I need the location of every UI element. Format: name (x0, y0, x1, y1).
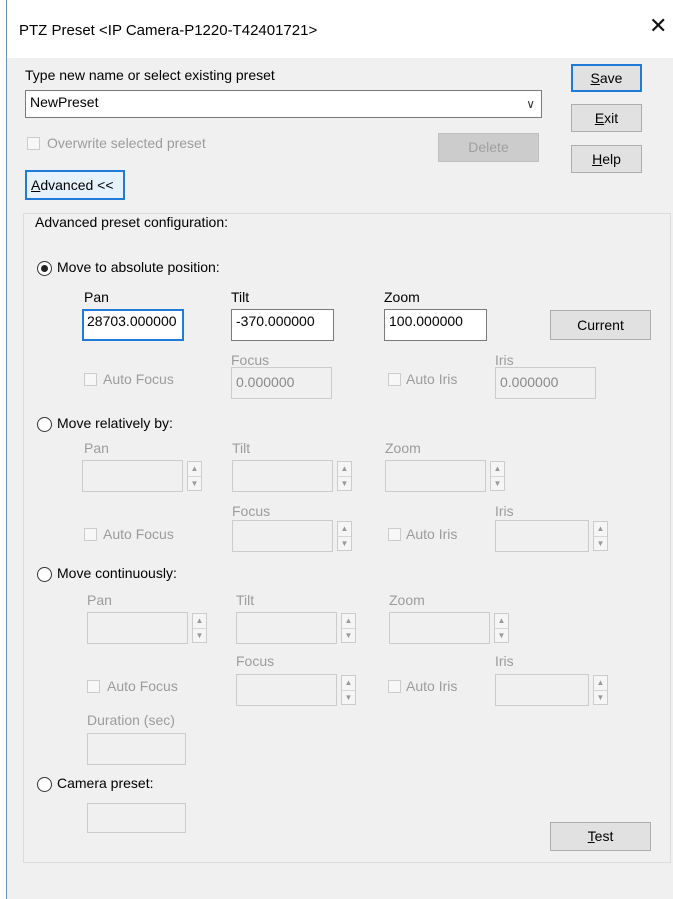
rel-pan-input[interactable] (82, 460, 183, 492)
abs-tilt-label: Tilt (231, 289, 250, 305)
current-button[interactable]: Current (550, 310, 651, 340)
save-button[interactable]: Save (571, 64, 642, 92)
cont-zoom-spinner[interactable]: ▲ ▼ (494, 613, 509, 643)
cont-focus-label: Focus (236, 653, 275, 669)
cont-zoom-input[interactable] (389, 612, 490, 644)
test-button[interactable]: Test (550, 822, 651, 851)
cont-iris-label: Iris (495, 653, 514, 669)
help-button-label: Help (592, 151, 621, 167)
rel-auto-focus-label: Auto Focus (103, 526, 174, 542)
exit-button-label: Exit (594, 110, 619, 126)
preset-prompt-label: Type new name or select existing preset (25, 67, 275, 83)
duration-input[interactable] (87, 733, 186, 765)
rel-tilt-input[interactable] (232, 460, 333, 492)
close-icon[interactable]: ✕ (649, 13, 667, 39)
rel-pan-spinner[interactable]: ▲ ▼ (187, 461, 202, 491)
cont-tilt-input[interactable] (236, 612, 337, 644)
cont-auto-iris-checkbox[interactable] (388, 680, 401, 693)
camera-preset-radio[interactable] (37, 777, 52, 792)
overwrite-checkbox[interactable] (27, 137, 40, 150)
preset-name-combobox[interactable]: NewPreset ∨ (25, 90, 542, 118)
rel-auto-iris-checkbox[interactable] (388, 528, 401, 541)
help-button[interactable]: Help (571, 145, 642, 173)
continuous-move-label: Move continuously: (57, 565, 177, 581)
absolute-position-label: Move to absolute position: (57, 259, 220, 275)
cont-auto-iris-label: Auto Iris (406, 678, 458, 694)
cont-tilt-label: Tilt (236, 592, 255, 608)
chevron-down-icon[interactable]: ∨ (526, 97, 535, 111)
abs-focus-label: Focus (231, 352, 270, 368)
delete-button[interactable]: Delete (438, 133, 539, 162)
cont-iris-input[interactable] (495, 674, 589, 706)
abs-auto-iris-checkbox[interactable] (388, 373, 401, 386)
relative-move-label: Move relatively by: (57, 415, 173, 431)
cont-focus-input[interactable] (236, 674, 337, 706)
cont-focus-spinner[interactable]: ▲ ▼ (341, 675, 356, 705)
overwrite-label: Overwrite selected preset (47, 135, 206, 151)
rel-tilt-spinner[interactable]: ▲ ▼ (337, 461, 352, 491)
abs-iris-input[interactable]: 0.000000 (495, 367, 596, 399)
abs-zoom-label: Zoom (384, 289, 420, 305)
cont-pan-spinner[interactable]: ▲ ▼ (192, 613, 207, 643)
rel-iris-input[interactable] (495, 520, 589, 552)
rel-zoom-spinner[interactable]: ▲ ▼ (490, 461, 505, 491)
rel-pan-label: Pan (84, 440, 109, 456)
abs-pan-input[interactable]: 28703.000000 (82, 309, 184, 341)
advanced-config-title: Advanced preset configuration: (33, 214, 231, 230)
absolute-position-radio[interactable] (37, 261, 52, 276)
abs-zoom-input[interactable]: 100.000000 (384, 309, 487, 341)
preset-name-value: NewPreset (30, 94, 99, 110)
abs-pan-label: Pan (84, 289, 109, 305)
abs-focus-input[interactable]: 0.000000 (231, 367, 332, 399)
rel-focus-label: Focus (232, 503, 271, 519)
abs-auto-focus-checkbox[interactable] (84, 373, 97, 386)
cont-zoom-label: Zoom (389, 592, 425, 608)
advanced-toggle-label: Advanced << (31, 177, 114, 193)
rel-auto-focus-checkbox[interactable] (84, 528, 97, 541)
cont-tilt-spinner[interactable]: ▲ ▼ (341, 613, 356, 643)
duration-label: Duration (sec) (87, 712, 175, 728)
abs-auto-iris-label: Auto Iris (406, 371, 458, 387)
window-title: PTZ Preset <IP Camera-P1220-T42401721> (19, 22, 318, 39)
rel-zoom-label: Zoom (385, 440, 421, 456)
cont-pan-input[interactable] (87, 612, 188, 644)
rel-zoom-input[interactable] (385, 460, 486, 492)
rel-auto-iris-label: Auto Iris (406, 526, 458, 542)
rel-tilt-label: Tilt (232, 440, 251, 456)
save-button-label: Save (590, 70, 623, 86)
abs-iris-label: Iris (495, 352, 514, 368)
rel-iris-label: Iris (495, 503, 514, 519)
relative-move-radio[interactable] (37, 417, 52, 432)
rel-focus-spinner[interactable]: ▲ ▼ (337, 521, 352, 551)
ptz-preset-dialog: PTZ Preset <IP Camera-P1220-T42401721> ✕… (6, 0, 673, 899)
cont-pan-label: Pan (87, 592, 112, 608)
abs-auto-focus-label: Auto Focus (103, 371, 174, 387)
test-button-label: Test (587, 828, 614, 844)
exit-button[interactable]: Exit (571, 104, 642, 132)
cont-auto-focus-label: Auto Focus (107, 678, 178, 694)
continuous-move-radio[interactable] (37, 567, 52, 582)
cont-auto-focus-checkbox[interactable] (87, 680, 100, 693)
abs-tilt-input[interactable]: -370.000000 (231, 309, 334, 341)
advanced-toggle-button[interactable]: Advanced << (25, 170, 125, 200)
camera-preset-select[interactable] (87, 803, 186, 833)
camera-preset-label: Camera preset: (57, 775, 154, 791)
rel-iris-spinner[interactable]: ▲ ▼ (593, 521, 608, 551)
cont-iris-spinner[interactable]: ▲ ▼ (593, 675, 608, 705)
title-bar: PTZ Preset <IP Camera-P1220-T42401721> ✕ (7, 0, 673, 58)
rel-focus-input[interactable] (232, 520, 333, 552)
